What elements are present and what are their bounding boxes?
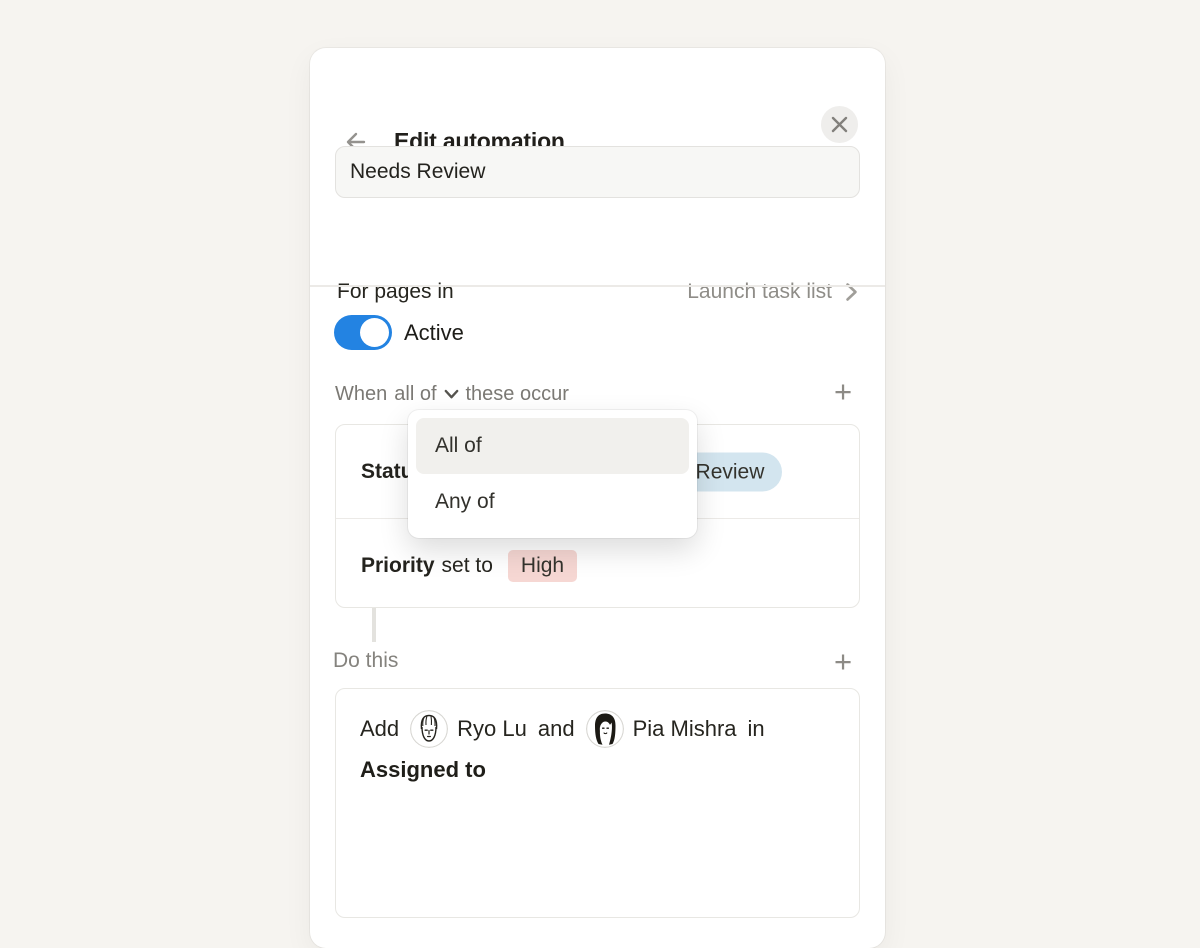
plus-icon: + [834, 376, 852, 407]
scope-value-button[interactable]: Launch task list [687, 280, 858, 304]
operator-dropdown-trigger[interactable]: all of [394, 383, 458, 406]
avatar-ryo-lu [410, 710, 448, 748]
person-name: Ryo Lu [457, 716, 527, 742]
menu-item-all-of[interactable]: All of [416, 418, 689, 474]
flow-connector-line [372, 608, 376, 642]
close-button[interactable] [821, 106, 858, 143]
trigger-label-prefix: When [335, 383, 387, 406]
toggle-knob [360, 318, 389, 347]
person-name: Pia Mishra [633, 716, 737, 742]
action-row[interactable]: Add Ryo Lu and [335, 688, 860, 918]
condition-verb: set to [442, 554, 493, 578]
action-conjunction: and [538, 716, 575, 742]
action-section-label: Do this [333, 649, 398, 673]
trigger-label-suffix: these occur [466, 383, 569, 406]
action-prefix: Add [360, 716, 399, 742]
person-chip: Ryo Lu [410, 710, 527, 748]
condition-property: Priority [361, 554, 435, 578]
close-icon [831, 116, 848, 133]
add-trigger-button[interactable]: + [826, 374, 860, 408]
section-divider [310, 285, 885, 287]
scope-label: For pages in [337, 280, 454, 304]
avatar-pia-mishra [586, 710, 624, 748]
action-property: Assigned to [360, 757, 486, 783]
add-action-button[interactable]: + [826, 644, 860, 678]
active-toggle[interactable] [334, 315, 392, 350]
scope-value: Launch task list [687, 280, 832, 304]
operator-value: all of [394, 383, 436, 406]
edit-automation-dialog: Edit automation For pages in Launch task… [310, 48, 885, 948]
scope-row: For pages in Launch task list [337, 274, 858, 310]
trigger-header: When all of these occur [335, 379, 860, 409]
plus-icon: + [834, 646, 852, 677]
automation-name-input[interactable] [335, 146, 860, 198]
person-chip: Pia Mishra [586, 710, 737, 748]
menu-item-any-of[interactable]: Any of [416, 474, 689, 530]
operator-dropdown-menu: All of Any of [408, 410, 697, 538]
chevron-down-icon [444, 389, 459, 400]
priority-value-pill: High [508, 550, 577, 582]
active-label: Active [404, 315, 464, 350]
action-suffix: in [748, 716, 765, 742]
